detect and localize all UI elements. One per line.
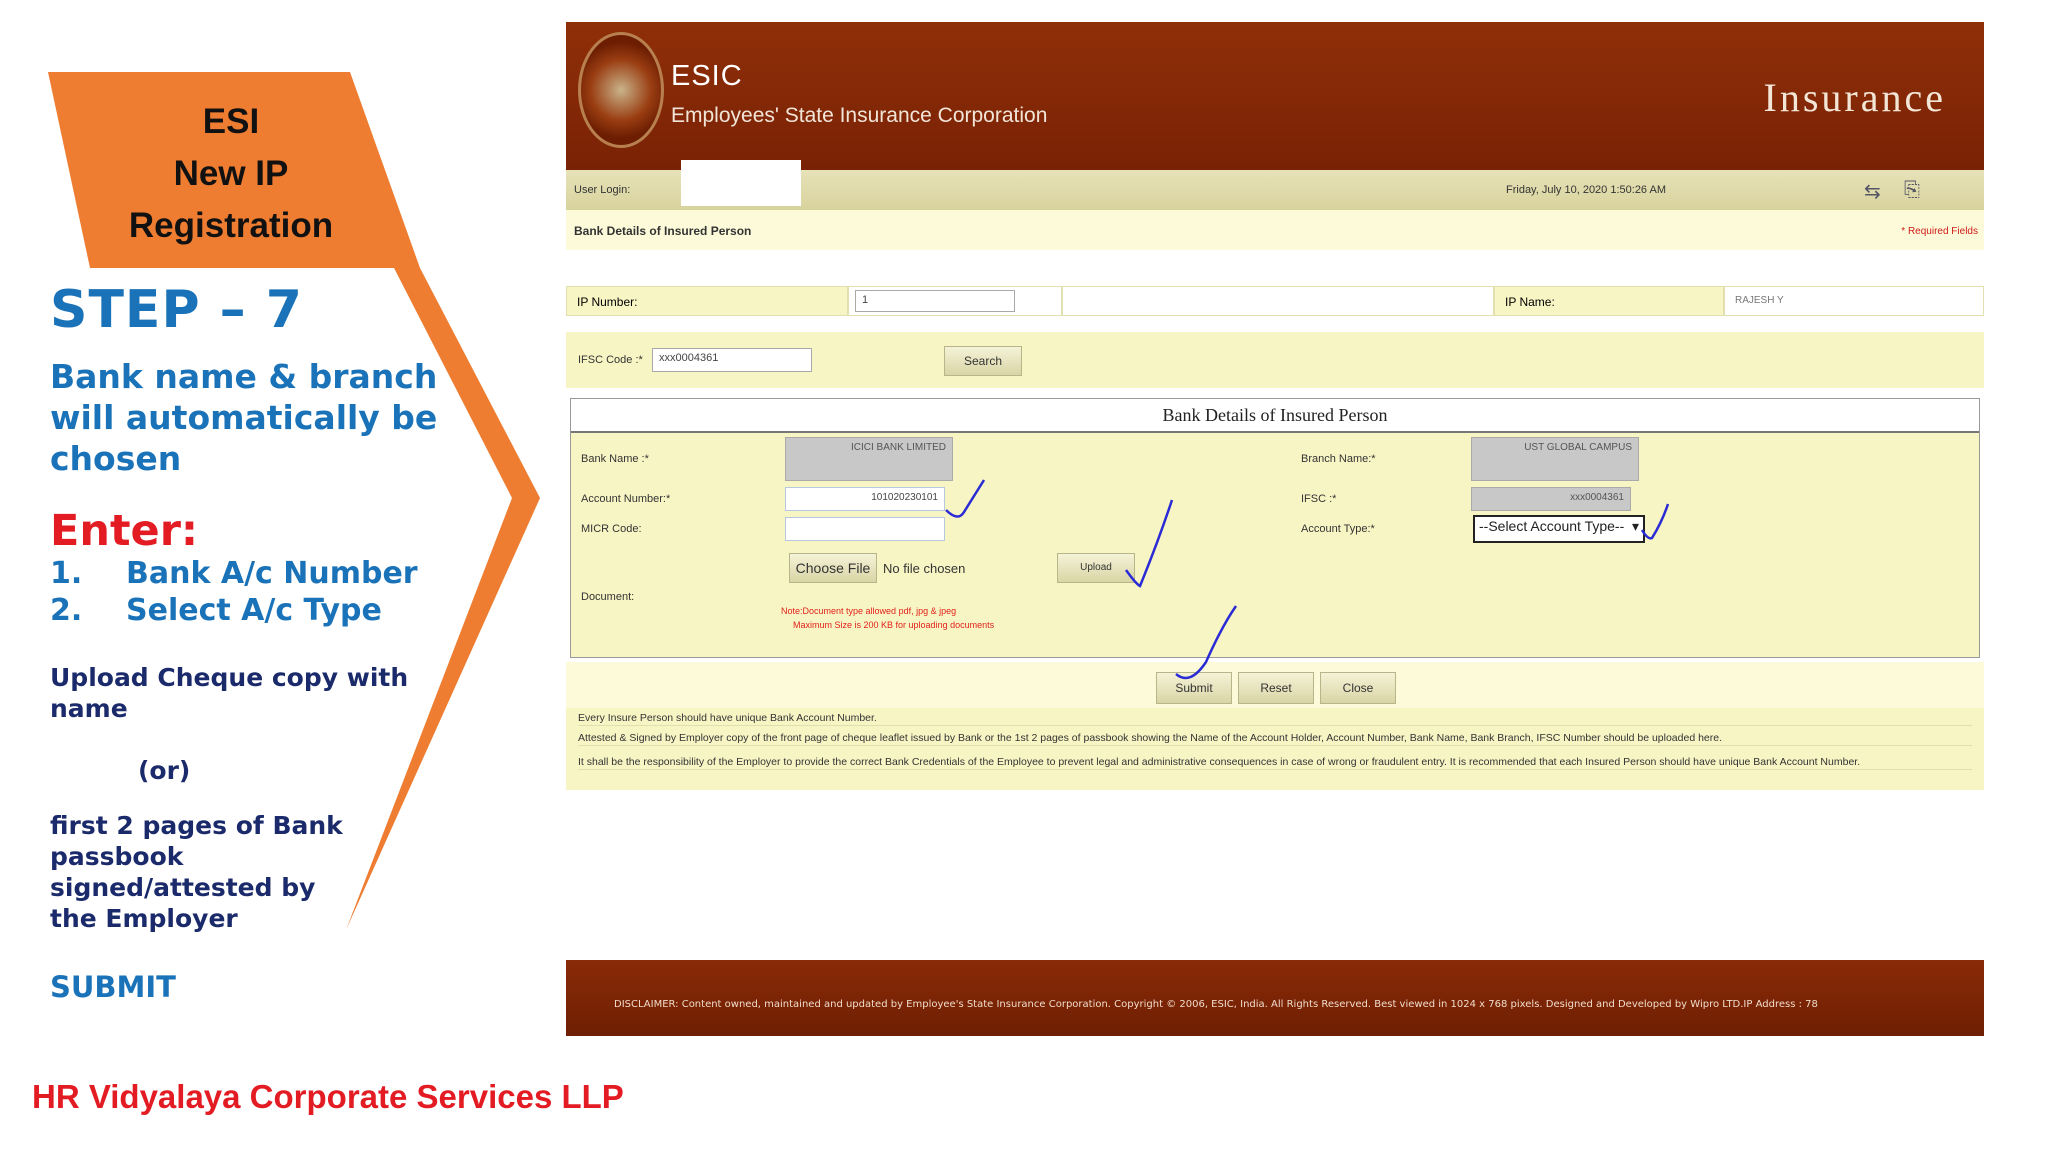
slide-title-line: Registration — [128, 206, 334, 245]
disclaimer-text: DISCLAIMER: Content owned, maintained an… — [614, 999, 1818, 1010]
list-number: 2. — [50, 593, 83, 628]
step-heading: STEP – 7 — [50, 280, 303, 340]
esic-footer: DISCLAIMER: Content owned, maintained an… — [566, 960, 1984, 1036]
slide-title-line: ESI — [202, 102, 260, 141]
handwritten-ticks — [945, 479, 1670, 680]
list-text: Select A/c Type — [126, 593, 382, 628]
check-mark-icon — [1640, 503, 1670, 540]
or-note: (or) — [138, 756, 191, 785]
passbook-note: first 2 pages of Bank passbook signed/at… — [50, 811, 343, 933]
auto-note: Bank name & branch will automatically be… — [50, 357, 438, 478]
upload-note: Upload Cheque copy with name — [50, 663, 409, 723]
enter-label: Enter: — [50, 506, 199, 556]
enter-list: 1. Bank A/c Number 2. Select A/c Type — [50, 556, 418, 630]
check-mark-icon — [1175, 605, 1238, 680]
check-mark-icon — [1124, 499, 1174, 588]
check-mark-icon — [945, 479, 986, 518]
list-number: 1. — [50, 556, 83, 591]
submit-note: SUBMIT — [50, 970, 176, 1004]
list-item: 2. Select A/c Type — [50, 593, 418, 630]
slide-title: ESI New IP Registration — [96, 96, 366, 252]
slide-title-line: New IP — [173, 154, 289, 193]
esic-screenshot: ESIC Employees' State Insurance Corporat… — [566, 22, 1984, 790]
list-item: 1. Bank A/c Number — [50, 556, 418, 593]
list-text: Bank A/c Number — [126, 556, 418, 591]
company-name: HR Vidyalaya Corporate Services LLP — [32, 1078, 624, 1115]
